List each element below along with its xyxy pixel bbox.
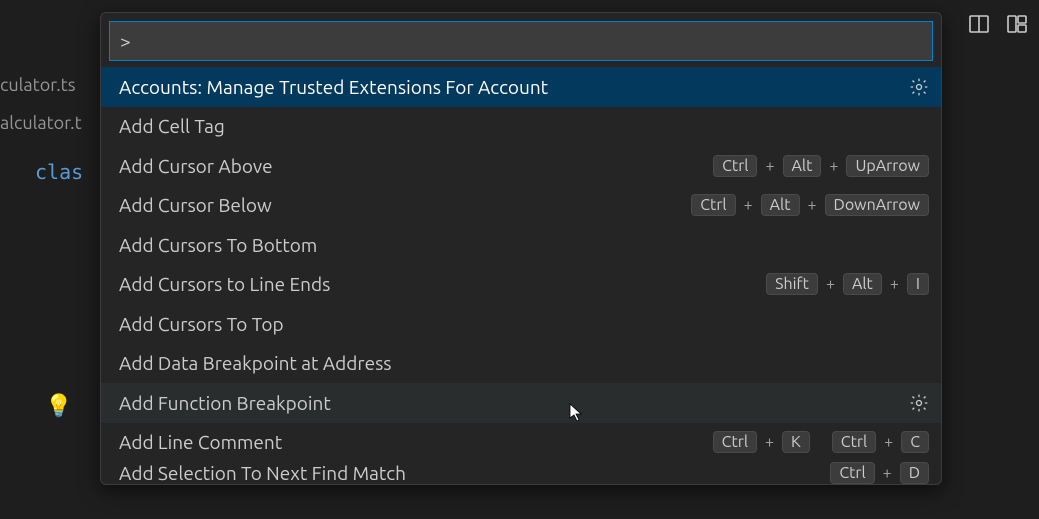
keybinding-key: DownArrow [825, 194, 929, 216]
command-item-right: Ctrl + Alt + DownArrow [691, 194, 929, 216]
keybinding-key: Alt [783, 155, 822, 177]
tab-strip: culator.ts alculator.t [0, 75, 82, 133]
keybinding-plus: + [882, 433, 895, 451]
command-item-right: Ctrl + K Ctrl + C [713, 431, 929, 453]
command-item-right: Ctrl + D [830, 462, 929, 484]
keybinding-key: D [900, 462, 929, 484]
keybinding-plus: + [888, 275, 901, 293]
command-palette: Accounts: Manage Trusted Extensions For … [100, 12, 942, 485]
command-item-label: Add Cursors To Top [119, 313, 929, 335]
command-input-wrap [101, 13, 941, 67]
command-item-label: Add Cell Tag [119, 115, 929, 137]
customize-layout-icon[interactable] [1005, 12, 1029, 36]
command-item-right [909, 393, 929, 413]
keybinding-key: I [907, 273, 929, 295]
command-item-label: Add Cursors To Bottom [119, 234, 929, 256]
command-item[interactable]: Add Cursors to Line EndsShift + Alt + I [101, 265, 941, 305]
command-input[interactable] [109, 21, 933, 61]
command-item[interactable]: Add Cell Tag [101, 107, 941, 147]
keybinding-key: Shift [766, 273, 818, 295]
keybinding-key: Ctrl [713, 431, 757, 453]
lightbulb-icon[interactable]: 💡 [45, 393, 72, 419]
command-item-label: Add Cursor Above [119, 155, 713, 177]
command-item-label: Add Cursor Below [119, 194, 691, 216]
keybinding-key: Alt [843, 273, 882, 295]
keybinding-key: Ctrl [713, 155, 757, 177]
command-item-label: Accounts: Manage Trusted Extensions For … [119, 76, 909, 98]
keybinding-plus: + [806, 196, 819, 214]
keybinding-key: Ctrl [691, 194, 735, 216]
gear-icon[interactable] [909, 77, 929, 97]
gear-icon[interactable] [909, 393, 929, 413]
command-item[interactable]: Add Function Breakpoint [101, 383, 941, 423]
command-item[interactable]: Add Cursors To Bottom [101, 225, 941, 265]
command-item[interactable]: Add Line CommentCtrl+KCtrl+C [101, 423, 941, 463]
command-item-right [909, 77, 929, 97]
editor-tab-2[interactable]: alculator.t [0, 113, 82, 133]
keybinding-key: Ctrl [830, 462, 874, 484]
code-keyword: clas [35, 160, 83, 184]
keybinding-plus: + [763, 433, 776, 451]
keybinding-plus: + [763, 157, 776, 175]
command-item[interactable]: Add Data Breakpoint at Address [101, 344, 941, 384]
command-item-label: Add Line Comment [119, 431, 713, 453]
keybinding-key: Ctrl [832, 431, 876, 453]
command-item-right: Ctrl + Alt + UpArrow [713, 155, 929, 177]
split-editor-icon[interactable] [967, 12, 991, 36]
command-list: Accounts: Manage Trusted Extensions For … [101, 67, 941, 484]
keybinding-key: C [901, 431, 929, 453]
keybinding-plus: + [742, 196, 755, 214]
command-item-label: Add Data Breakpoint at Address [119, 352, 929, 374]
editor-tab-1[interactable]: culator.ts [0, 75, 82, 95]
command-item-label: Add Selection To Next Find Match [119, 462, 830, 484]
command-item[interactable]: Accounts: Manage Trusted Extensions For … [101, 67, 941, 107]
keybinding-key: K [782, 431, 810, 453]
keybinding-plus: + [827, 157, 840, 175]
keybinding-key: Alt [761, 194, 800, 216]
keybinding-plus: + [881, 464, 894, 482]
keybinding-plus: + [824, 275, 837, 293]
keybinding-key: UpArrow [846, 155, 929, 177]
command-item-right: Shift + Alt + I [766, 273, 929, 295]
command-item-label: Add Cursors to Line Ends [119, 273, 766, 295]
command-item[interactable]: Add Cursors To Top [101, 304, 941, 344]
command-item[interactable]: Add Cursor BelowCtrl + Alt + DownArrow [101, 186, 941, 226]
command-item[interactable]: Add Selection To Next Find MatchCtrl + D [101, 462, 941, 484]
command-item-label: Add Function Breakpoint [119, 392, 909, 414]
command-item[interactable]: Add Cursor AboveCtrl + Alt + UpArrow [101, 146, 941, 186]
